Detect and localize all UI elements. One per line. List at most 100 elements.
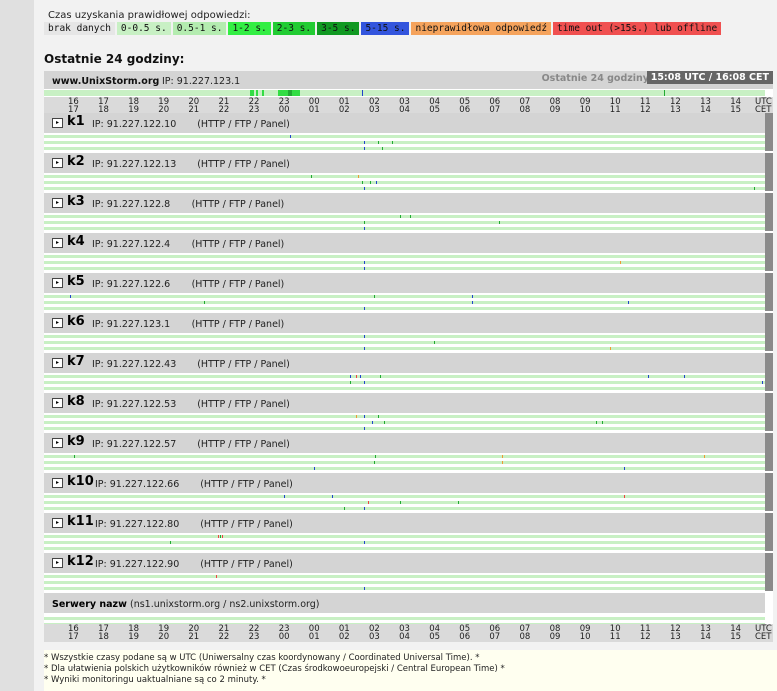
hour-label: 01 02 — [339, 98, 350, 115]
service-status-line — [44, 227, 765, 230]
expand-icon[interactable]: ▸ — [52, 358, 63, 368]
status-marker — [362, 90, 363, 96]
hour-label: 08 09 — [550, 98, 561, 115]
server-name[interactable]: k1 — [67, 114, 85, 129]
legend-item: brak danych — [44, 22, 115, 35]
status-marker — [502, 461, 503, 464]
server-name[interactable]: k11 — [67, 514, 94, 529]
status-marker — [204, 301, 205, 304]
status-marker — [356, 375, 357, 378]
status-summary-bar — [765, 553, 773, 591]
hour-label: 06 07 — [489, 98, 500, 115]
cet-hour: 13 — [670, 632, 681, 642]
status-marker — [400, 501, 401, 504]
server-name[interactable]: k3 — [67, 194, 85, 209]
server-header: ▸ k4 IP: 91.227.122.4 (HTTP / FTP / Panel) — [44, 233, 765, 253]
service-status-line — [44, 181, 765, 184]
service-status-line — [44, 541, 765, 544]
service-status-line — [44, 507, 765, 510]
server-services: (HTTP / FTP / Panel) — [197, 119, 290, 130]
status-marker — [262, 90, 264, 96]
status-marker — [472, 295, 473, 298]
status-marker — [364, 541, 365, 544]
server-name[interactable]: k9 — [67, 434, 85, 449]
cet-hour: 12 — [639, 632, 651, 642]
status-marker — [170, 541, 171, 544]
expand-icon[interactable]: ▸ — [52, 118, 63, 128]
hour-label: 05 06 — [459, 98, 470, 115]
service-status-line — [44, 141, 765, 144]
hour-label: 01 02 — [339, 625, 350, 642]
status-marker — [410, 215, 411, 218]
hour-label: 14 15 — [730, 98, 741, 115]
expand-icon[interactable]: ▸ — [52, 278, 63, 288]
hour-label: 20 21 — [188, 98, 199, 115]
cet-hour: 01 — [308, 632, 320, 642]
service-status-line — [44, 347, 765, 350]
monitor-panel: www.UnixStorm.org IP: 91.227.123.1 Ostat… — [44, 71, 773, 642]
status-marker — [364, 347, 365, 350]
site-name[interactable]: www.UnixStorm.org — [52, 76, 159, 87]
expand-icon[interactable]: ▸ — [52, 198, 63, 208]
cet-hour: 23 — [248, 632, 260, 642]
cet-hour: 19 — [128, 632, 140, 642]
status-summary-bar — [765, 473, 773, 511]
server-name[interactable]: k4 — [67, 234, 85, 249]
expand-icon[interactable]: ▸ — [52, 158, 63, 168]
server-header: ▸ k11 IP: 91.227.122.80 (HTTP / FTP / Panel… — [44, 513, 765, 533]
status-marker — [372, 421, 373, 424]
server-header: ▸ k7 IP: 91.227.122.43 (HTTP / FTP / Panel) — [44, 353, 765, 373]
legend-title: Czas uzyskania prawidłowej odpowiedzi: — [48, 10, 251, 21]
legend-item: time out (>15s.) lub offline — [553, 22, 722, 35]
expand-icon[interactable]: ▸ — [52, 238, 63, 248]
timezone-label: UTC CET — [755, 625, 772, 642]
server-name[interactable]: k10 — [67, 474, 94, 489]
status-marker — [382, 147, 383, 150]
status-marker — [216, 575, 217, 578]
cet-hour: 00 — [278, 632, 290, 642]
server-name[interactable]: k5 — [67, 274, 85, 289]
server-name[interactable]: k8 — [67, 394, 85, 409]
status-marker — [458, 501, 459, 504]
server-name[interactable]: k12 — [67, 554, 94, 569]
service-status-line — [44, 455, 765, 458]
status-summary-bar — [765, 393, 773, 431]
expand-icon[interactable]: ▸ — [52, 438, 63, 448]
site-status-strip — [44, 90, 765, 96]
status-marker — [376, 181, 377, 184]
status-marker — [499, 221, 500, 224]
server-header: ▸ k1 IP: 91.227.122.10 (HTTP / FTP / Panel) — [44, 113, 765, 133]
status-marker — [364, 381, 365, 384]
expand-icon[interactable]: ▸ — [52, 518, 63, 528]
hour-label: 23 00 — [279, 98, 290, 115]
status-marker — [400, 215, 401, 218]
hour-label: 10 11 — [610, 98, 621, 115]
expand-icon[interactable]: ▸ — [52, 478, 63, 488]
server-name[interactable]: k7 — [67, 354, 85, 369]
hour-label: 12 13 — [670, 98, 681, 115]
status-marker — [648, 375, 649, 378]
server-name[interactable]: k2 — [67, 154, 85, 169]
service-status-line — [44, 461, 765, 464]
expand-icon[interactable]: ▸ — [52, 558, 63, 568]
status-marker — [684, 375, 685, 378]
hour-label: 04 05 — [429, 98, 440, 115]
nameservers-title[interactable]: Serwery nazw — [52, 599, 127, 610]
hour-label: 03 04 — [399, 625, 410, 642]
status-marker — [364, 261, 365, 264]
status-marker — [610, 347, 611, 350]
hour-label: 19 20 — [158, 98, 169, 115]
service-status-line — [44, 307, 765, 310]
status-marker — [314, 467, 315, 470]
server-header: ▸ k5 IP: 91.227.122.6 (HTTP / FTP / Panel) — [44, 273, 765, 293]
status-marker — [384, 421, 385, 424]
server-name[interactable]: k6 — [67, 314, 85, 329]
expand-icon[interactable]: ▸ — [52, 318, 63, 328]
left-margin-bar — [0, 0, 34, 691]
server-ip: IP: 91.227.122.6 — [92, 279, 171, 290]
expand-icon[interactable]: ▸ — [52, 398, 63, 408]
server-ip: IP: 91.227.122.13 — [92, 159, 177, 170]
hour-label: 14 15 — [730, 625, 741, 642]
server-section-k8: ▸ k8 IP: 91.227.122.53 (HTTP / FTP / Panel) — [44, 393, 773, 433]
hour-label: 21 22 — [219, 625, 230, 642]
